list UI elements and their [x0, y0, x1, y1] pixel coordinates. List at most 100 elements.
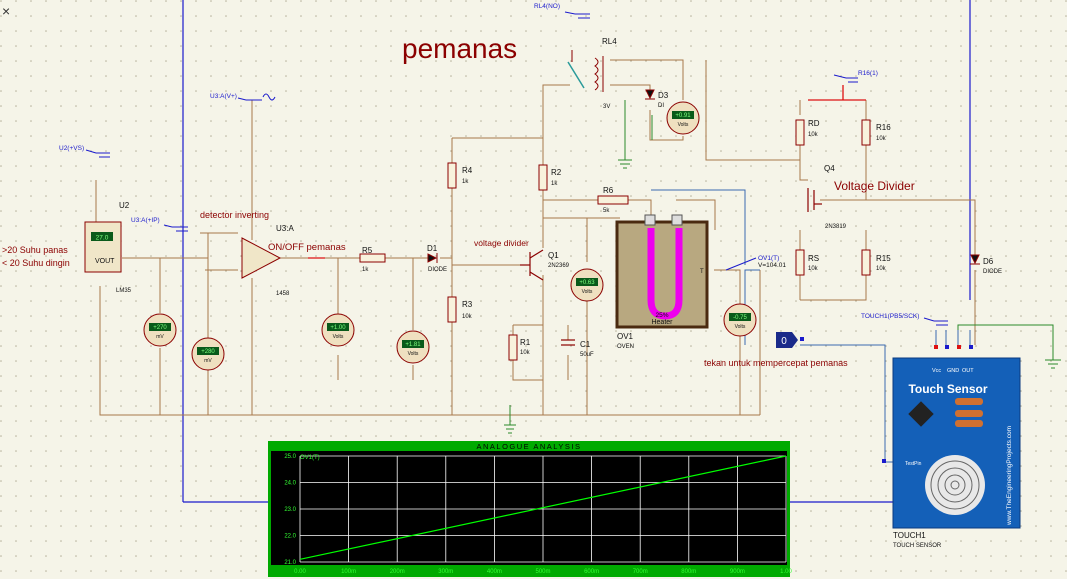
- touch-pin-gnd: GND: [947, 368, 959, 374]
- d3-ref: D3: [658, 91, 669, 100]
- press-note: tekan untuk mempercepat pemanas: [704, 358, 848, 368]
- meter-value: +1.00: [330, 325, 346, 331]
- x-tick-label: 500m: [535, 569, 550, 575]
- q1-part: 2N2369: [548, 263, 570, 269]
- ov1-part: OVEN: [617, 344, 634, 350]
- page-title: pemanas: [402, 33, 517, 64]
- r1-ref: R1: [520, 338, 531, 347]
- c1-ref: C1: [580, 340, 591, 349]
- touch1-ref: TOUCH1: [893, 531, 926, 540]
- meter-value: +280: [201, 349, 215, 355]
- m-v4-meter[interactable]: +0.91 Volts: [666, 101, 700, 135]
- oven-t-pin: T: [700, 269, 704, 275]
- touch-pin-out: OUT: [962, 368, 974, 374]
- meter-unit: mV: [156, 334, 164, 340]
- x-tick-label: 900m: [730, 569, 745, 575]
- x-tick-label: 200m: [390, 569, 405, 575]
- x-tick-label: 600m: [584, 569, 599, 575]
- m-mv2-meter[interactable]: +280 mV: [191, 337, 225, 371]
- ov1-ref: OV1: [617, 332, 634, 341]
- onoff-note: ON/OFF pemanas: [268, 242, 346, 253]
- x-tick-label: 800m: [681, 569, 696, 575]
- meter-value: -0.75: [733, 315, 747, 321]
- y-tick-label: 25.0: [284, 454, 296, 460]
- touch-sensor-module[interactable]: Touch Sensor TestPin www.TheEngineeringP…: [882, 345, 1021, 529]
- touch-brand: www.TheEngineeringProjects.com: [1006, 426, 1013, 526]
- left-note-2: < 20 Suhu dingin: [2, 258, 70, 268]
- graph-title: ANALOGUE ANALYSIS: [477, 442, 582, 451]
- r6-ref: R6: [603, 186, 614, 195]
- oven-ov1[interactable]: 25% Heater T: [615, 214, 709, 329]
- meter-value: +1.81: [405, 342, 421, 348]
- heater-percent: 25%: [655, 312, 668, 319]
- touch-test-pin: TestPin: [905, 461, 922, 467]
- series-label: OV1(T): [300, 455, 320, 461]
- rs-ref: RS: [808, 254, 819, 263]
- q1-ref: Q1: [548, 251, 559, 260]
- r16-value: 10k: [876, 136, 887, 142]
- r2-value: 1k: [551, 181, 558, 187]
- r15-ref: R15: [876, 254, 891, 263]
- d3-part: DI: [658, 103, 664, 109]
- x-tick-label: 300m: [438, 569, 453, 575]
- m-v5-meter[interactable]: -0.75 Volts: [723, 303, 757, 337]
- rl4-voltage: 3V: [603, 104, 610, 110]
- r5-value: 1k: [362, 267, 369, 273]
- y-tick-label: 22.0: [284, 534, 296, 540]
- x-tick-label: 0.00: [294, 569, 306, 575]
- r4-ref: R4: [462, 166, 473, 175]
- meter-unit: Volts: [333, 334, 344, 340]
- analogue-analysis-graph[interactable]: ANALOGUE ANALYSIS 0.00 100m 200m 300m 400m 50…: [268, 441, 792, 577]
- touch-pin-vcc: Vcc: [932, 368, 941, 374]
- meter-unit: Volts: [678, 122, 689, 128]
- voltage-divider-heading: Voltage Divider: [834, 179, 915, 193]
- x-tick-label: 400m: [487, 569, 502, 575]
- meter-value: +270: [153, 325, 167, 331]
- y-tick-label: 23.0: [284, 507, 296, 513]
- d1-part: DIODE: [428, 267, 447, 273]
- close-icon[interactable]: ×: [2, 3, 10, 19]
- r16-pin-label: R16(1): [858, 70, 878, 77]
- y-tick-label: 21.0: [284, 560, 296, 566]
- q4-ref: Q4: [824, 164, 835, 173]
- rl4-terminal-label: RL4(NO): [534, 3, 560, 10]
- meter-unit: mV: [204, 358, 212, 364]
- rl4-ref: RL4: [602, 37, 617, 46]
- meter-unit: Volts: [582, 289, 593, 295]
- meter-unit: Volts: [408, 351, 419, 357]
- y-tick-label: 24.0: [284, 481, 296, 487]
- r15-value: 10k: [876, 266, 887, 272]
- m-mv1-meter[interactable]: +270 mV: [143, 313, 177, 347]
- r1-value: 10k: [520, 350, 531, 356]
- u3a-vplus-label: U3:A(V+): [210, 93, 237, 100]
- d6-part: DIODE: [983, 269, 1002, 275]
- rd-ref: RD: [808, 119, 820, 128]
- voltage-divider-note: voltage divider: [474, 238, 529, 248]
- r2-ref: R2: [551, 168, 562, 177]
- m-v3-meter[interactable]: +0.63 Volts: [570, 268, 604, 302]
- meter-unit: Volts: [735, 324, 746, 330]
- r4-value: 1k: [462, 179, 469, 185]
- schematic-canvas: × pemanas RL4(NO) U3:A(V+) U2(+VS) U3:A(…: [0, 0, 1067, 579]
- touch-pin-label: TOUCH1(PB5/SCK): [861, 313, 919, 320]
- m-v1-meter[interactable]: +1.00 Volts: [321, 313, 355, 347]
- x-tick-label: 100m: [341, 569, 356, 575]
- d1-ref: D1: [427, 244, 438, 253]
- ov1-voltage-label: V=104.01: [758, 262, 786, 269]
- r5-ref: R5: [362, 246, 373, 255]
- meter-value: +0.63: [579, 280, 595, 286]
- r16-ref: R16: [876, 123, 891, 132]
- u2-vs-label: U2(+VS): [59, 145, 84, 152]
- rs-value: 10k: [808, 266, 819, 272]
- x-tick-label: 1.00: [780, 569, 792, 575]
- detector-note: detector inverting: [200, 210, 269, 220]
- left-note-1: >20 Suhu panas: [2, 245, 68, 255]
- r3-ref: R3: [462, 300, 473, 309]
- u3a-ref: U3:A: [276, 224, 294, 233]
- rd-value: 10k: [808, 132, 819, 138]
- u2-ref: U2: [119, 201, 130, 210]
- d6-ref: D6: [983, 257, 994, 266]
- m-v2-meter[interactable]: +1.81 Volts: [396, 330, 430, 364]
- ov1-t-label: OV1(T): [758, 255, 779, 262]
- u2-vout-label: VOUT: [95, 258, 115, 265]
